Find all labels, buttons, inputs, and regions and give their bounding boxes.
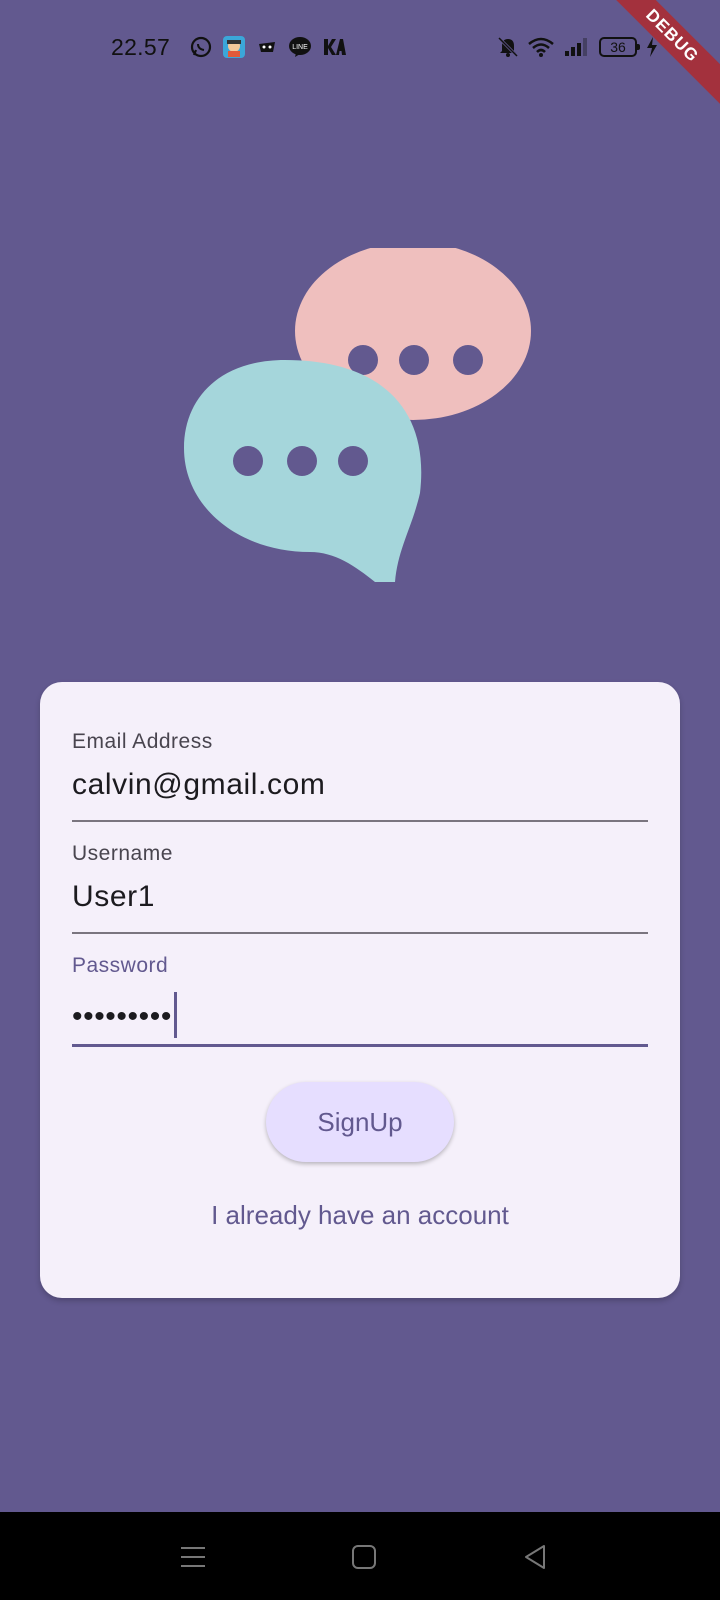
ecommerce-icon bbox=[259, 42, 275, 52]
back-bubble-dot bbox=[348, 345, 378, 375]
username-field[interactable]: Username User1 bbox=[72, 842, 648, 954]
wifi-icon bbox=[528, 37, 554, 57]
chat-bubbles-logo bbox=[184, 248, 531, 582]
signal-icon bbox=[565, 38, 587, 56]
menu-icon[interactable] bbox=[178, 1542, 208, 1572]
password-value: ••••••••• bbox=[72, 1000, 172, 1033]
username-underline bbox=[72, 932, 648, 934]
line-icon: LINE bbox=[289, 37, 311, 57]
front-bubble-dot bbox=[233, 446, 263, 476]
status-icons-right: 36 bbox=[497, 36, 659, 58]
status-bar: 22.57 LINE 36 bbox=[0, 0, 720, 96]
username-label: Username bbox=[72, 842, 173, 865]
mute-icon bbox=[497, 36, 519, 58]
kai-icon bbox=[324, 39, 346, 55]
back-icon[interactable] bbox=[520, 1542, 550, 1572]
svg-text:LINE: LINE bbox=[292, 44, 308, 51]
battery-icon: 36 bbox=[599, 37, 640, 57]
password-label: Password bbox=[72, 954, 169, 977]
login-link[interactable]: I already have an account bbox=[40, 1200, 680, 1231]
email-input[interactable]: calvin@gmail.com bbox=[72, 768, 325, 802]
text-cursor bbox=[173, 992, 177, 1038]
signup-card: Email Address calvin@gmail.com Username … bbox=[40, 682, 680, 1298]
home-icon[interactable] bbox=[349, 1542, 379, 1572]
avatar-app-icon bbox=[223, 36, 245, 58]
email-underline bbox=[72, 820, 648, 822]
back-bubble-dot bbox=[399, 345, 429, 375]
email-field[interactable]: Email Address calvin@gmail.com bbox=[72, 730, 648, 842]
front-bubble-dot bbox=[287, 446, 317, 476]
email-label: Email Address bbox=[72, 730, 213, 753]
signup-button[interactable]: SignUp bbox=[266, 1082, 454, 1162]
username-input[interactable]: User1 bbox=[72, 880, 155, 914]
status-icons-left: LINE bbox=[190, 35, 346, 59]
whatsapp-icon bbox=[190, 36, 212, 58]
password-input[interactable]: ••••••••• bbox=[72, 992, 177, 1038]
front-bubble-dot bbox=[338, 446, 368, 476]
back-bubble-dot bbox=[453, 345, 483, 375]
status-time: 22.57 bbox=[111, 34, 171, 60]
password-underline bbox=[72, 1044, 648, 1047]
navigation-bar bbox=[0, 1512, 720, 1600]
password-field[interactable]: Password ••••••••• bbox=[72, 954, 648, 1066]
